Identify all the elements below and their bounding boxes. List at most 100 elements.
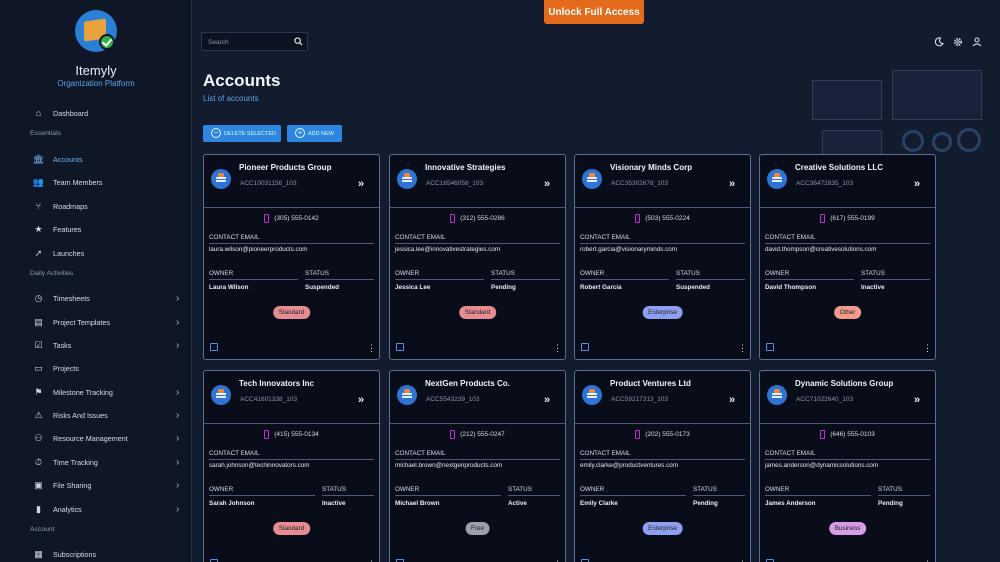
more-options-icon[interactable]: ⋮ [738, 343, 747, 354]
sidebar-item-team-members[interactable]: 👥 Team Members [0, 172, 191, 192]
sidebar-item-label: Project Templates [53, 317, 110, 327]
divider [676, 279, 745, 280]
open-account-icon[interactable]: » [358, 394, 364, 406]
divider [580, 243, 745, 244]
account-id: ACC36472835_103 [796, 180, 854, 187]
account-id: ACC5543239_103 [426, 396, 480, 403]
phone-icon [264, 214, 270, 223]
search-icon[interactable] [294, 37, 303, 46]
more-options-icon[interactable]: ⋮ [553, 343, 562, 354]
sidebar-item-risks-and-issues[interactable]: ⚠ Risks And Issues › [0, 405, 191, 425]
sidebar-item-file-sharing[interactable]: ▣ File Sharing › [0, 475, 191, 495]
account-card[interactable]: Creative Solutions LLC ACC36472835_103 » (6… [759, 154, 936, 360]
phone-icon [635, 430, 641, 439]
owner-name: Michael Brown [395, 500, 440, 507]
user-icon[interactable] [972, 37, 982, 47]
chevron-right-icon: › [176, 479, 180, 491]
sidebar-item-projects[interactable]: ▭ Projects [0, 358, 191, 378]
account-card[interactable]: NextGen Products Co. ACC5543239_103 » (212)… [389, 370, 566, 562]
divider [322, 495, 374, 496]
account-card[interactable]: Pioneer Products Group ACC10031156_103 » (3… [203, 154, 380, 360]
status-label: STATUS [676, 270, 700, 277]
owner-label: OWNER [395, 486, 420, 493]
gear-icon[interactable] [953, 37, 963, 47]
contact-email: jessica.lee@innovativestrategies.com [395, 246, 501, 253]
account-card[interactable]: Innovative Strategies ACC16546058_103 » (31… [389, 154, 566, 360]
owner-label: OWNER [765, 270, 790, 277]
folder-icon: ▭ [34, 362, 43, 373]
divider [575, 423, 750, 424]
select-checkbox[interactable] [581, 343, 589, 351]
stopwatch-icon: ⏱ [34, 456, 43, 467]
delete-selected-button[interactable]: − DELETE SELECTED [203, 125, 281, 142]
open-account-icon[interactable]: » [729, 178, 735, 190]
sidebar-item-tasks[interactable]: ☑ Tasks › [0, 335, 191, 355]
open-account-icon[interactable]: » [729, 394, 735, 406]
dark-mode-icon[interactable] [934, 37, 944, 47]
select-checkbox[interactable] [396, 343, 404, 351]
sidebar-item-dashboard[interactable]: ⌂ Dashboard [0, 103, 191, 123]
sidebar-item-roadmaps[interactable]: ⑂ Roadmaps [0, 196, 191, 216]
add-new-button[interactable]: + ADD NEW [287, 125, 342, 142]
account-avatar-icon [397, 385, 417, 405]
divider [209, 495, 315, 496]
sidebar-item-analytics[interactable]: ▮ Analytics › [0, 499, 191, 519]
divider [508, 495, 560, 496]
open-account-icon[interactable]: » [544, 178, 550, 190]
account-card[interactable]: Product Ventures Ltd ACC59217313_103 » (202… [574, 370, 751, 562]
account-id: ACC41601338_103 [240, 396, 298, 403]
plan-badge: Enterprise [642, 522, 683, 535]
sidebar-item-label: Risks And Issues [53, 410, 108, 420]
phone-number: (202) 555-0173 [645, 431, 690, 438]
status-label: STATUS [693, 486, 717, 493]
phone-row: (503) 555-0224 [575, 214, 750, 223]
sidebar-item-project-templates[interactable]: ▤ Project Templates › [0, 312, 191, 332]
sidebar-item-label: Team Members [53, 177, 103, 187]
contact-email-label: CONTACT EMAIL [765, 450, 816, 457]
open-account-icon[interactable]: » [914, 394, 920, 406]
sidebar-item-timesheets[interactable]: ◷ Timesheets › [0, 288, 191, 308]
sidebar-item-subscriptions[interactable]: ▦ Subscriptions [0, 544, 191, 562]
account-name: Dynamic Solutions Group [795, 379, 894, 388]
page-title: Accounts [203, 71, 281, 90]
warning-icon: ⚠ [34, 409, 43, 420]
open-account-icon[interactable]: » [358, 178, 364, 190]
phone-row: (312) 555-0286 [390, 214, 565, 223]
owner-label: OWNER [580, 486, 605, 493]
phone-icon [450, 430, 456, 439]
select-checkbox[interactable] [766, 343, 774, 351]
sidebar-item-milestone-tracking[interactable]: ⚑ Milestone Tracking › [0, 382, 191, 402]
sidebar-item-launches[interactable]: ➚ Launches [0, 243, 191, 263]
phone-row: (415) 555-0134 [204, 430, 379, 439]
app-logo-icon [75, 10, 117, 52]
select-checkbox[interactable] [210, 343, 218, 351]
unlock-full-access-button[interactable]: Unlock Full Access [544, 0, 644, 24]
owner-name: David Thompson [765, 284, 817, 291]
search-input[interactable] [208, 36, 288, 48]
divider [209, 243, 374, 244]
checkbox-icon: ☑ [34, 339, 43, 350]
more-options-icon[interactable]: ⋮ [923, 343, 932, 354]
divider [765, 495, 871, 496]
divider [760, 423, 935, 424]
more-options-icon[interactable]: ⋮ [367, 343, 376, 354]
sidebar-item-accounts[interactable]: 🏛 Accounts [0, 149, 191, 169]
account-id: ACC59217313_103 [611, 396, 669, 403]
account-card[interactable]: Visionary Minds Corp ACC35302678_103 » (503… [574, 154, 751, 360]
sidebar-item-time-tracking[interactable]: ⏱ Time Tracking › [0, 452, 191, 472]
account-card[interactable]: Tech Innovators Inc ACC41601338_103 » (415)… [203, 370, 380, 562]
page-subtitle: List of accounts [203, 94, 259, 103]
divider [580, 495, 686, 496]
sidebar-item-resource-management[interactable]: ⚇ Resource Management › [0, 428, 191, 448]
phone-number: (212) 555-0247 [460, 431, 505, 438]
open-account-icon[interactable]: » [544, 394, 550, 406]
plus-circle-icon: + [295, 128, 305, 138]
phone-row: (305) 555-0142 [204, 214, 379, 223]
divider [760, 207, 935, 208]
account-card[interactable]: Dynamic Solutions Group ACC71022640_103 » (… [759, 370, 936, 562]
status-value: Suspended [676, 284, 710, 291]
open-account-icon[interactable]: » [914, 178, 920, 190]
contact-email: michael.brown@nextgenproducts.com [395, 462, 503, 469]
sidebar-item-features[interactable]: ★ Features [0, 219, 191, 239]
divider [395, 243, 560, 244]
